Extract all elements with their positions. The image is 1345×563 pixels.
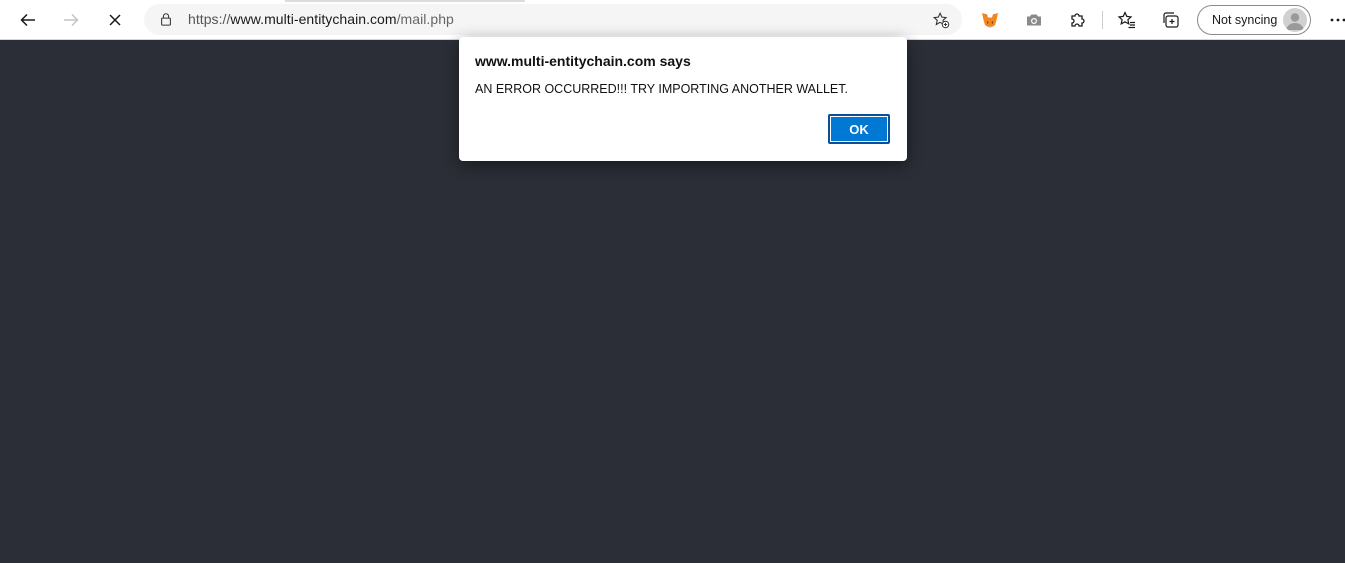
- url-text[interactable]: https://www.multi-entitychain.com/mail.p…: [188, 11, 454, 27]
- star-list-icon: [1117, 11, 1135, 29]
- close-icon: [109, 14, 121, 26]
- more-dots-icon: [1330, 18, 1345, 22]
- extensions-button[interactable]: [1062, 4, 1094, 36]
- url-host: www.multi-entitychain.com: [230, 11, 397, 27]
- dialog-message: AN ERROR OCCURRED!!! TRY IMPORTING ANOTH…: [475, 82, 848, 96]
- ok-button-label: OK: [831, 117, 887, 141]
- camera-icon: [1027, 14, 1041, 26]
- person-icon: [1286, 13, 1304, 30]
- avatar: [1283, 8, 1307, 32]
- more-menu-button[interactable]: [1322, 4, 1345, 36]
- profile-sync-status: Not syncing: [1212, 13, 1278, 27]
- arrow-right-icon: [64, 13, 79, 27]
- url-path: /mail.php: [396, 11, 454, 27]
- arrow-left-icon: [20, 13, 35, 27]
- stop-loading-button[interactable]: [99, 4, 131, 36]
- lock-icon[interactable]: [158, 11, 174, 27]
- add-favorite-button[interactable]: [930, 9, 952, 31]
- address-bar[interactable]: https://www.multi-entitychain.com/mail.p…: [144, 4, 962, 35]
- tab-strip-hint: [285, 0, 525, 2]
- collections-icon: [1163, 12, 1179, 28]
- metamask-extension-button[interactable]: [974, 4, 1006, 36]
- favorites-button[interactable]: [1111, 4, 1143, 36]
- puzzle-icon: [1071, 13, 1085, 27]
- dialog-title: www.multi-entitychain.com says: [475, 53, 691, 69]
- ok-button[interactable]: OK: [828, 114, 890, 144]
- alert-dialog: www.multi-entitychain.com says AN ERROR …: [459, 37, 907, 161]
- forward-button[interactable]: [55, 4, 87, 36]
- browser-toolbar: https://www.multi-entitychain.com/mail.p…: [0, 0, 1345, 40]
- metamask-fox-icon: [982, 13, 998, 28]
- toolbar-separator: [1102, 11, 1103, 29]
- screenshot-button[interactable]: [1018, 4, 1050, 36]
- url-scheme: https://: [188, 11, 231, 27]
- profile-button[interactable]: Not syncing: [1197, 5, 1311, 35]
- collections-button[interactable]: [1155, 4, 1187, 36]
- back-button[interactable]: [12, 4, 44, 36]
- star-add-icon: [932, 11, 950, 29]
